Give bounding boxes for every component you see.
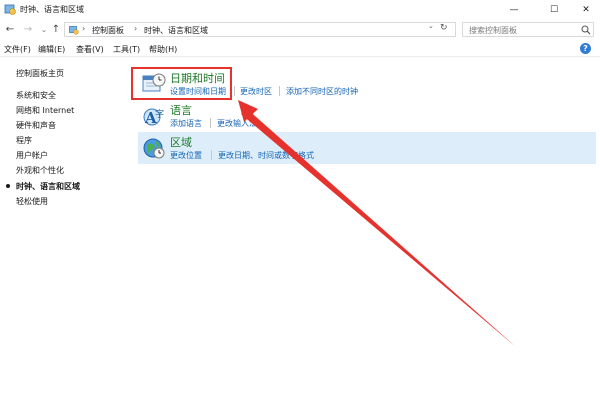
annotation-arrow (238, 100, 516, 347)
